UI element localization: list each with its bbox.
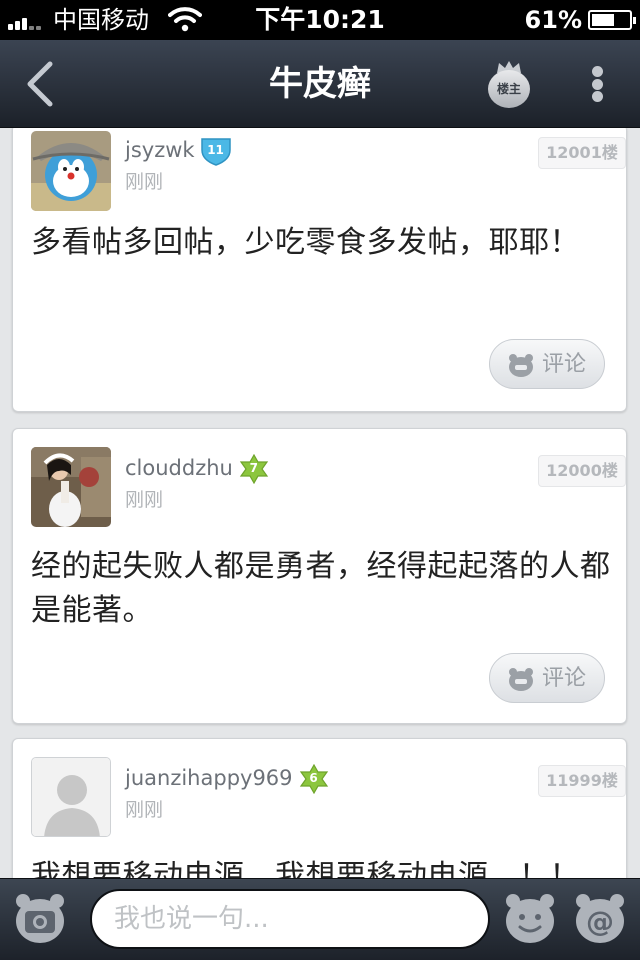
- floor-number: 11999楼: [538, 765, 626, 797]
- avatar[interactable]: [31, 757, 111, 837]
- post-card: jsyzwk 11 刚刚 12001楼 多看帖多回帖，少吃零食多发帖，耶耶！ 评…: [12, 128, 627, 412]
- post-content: 我想要移动电源，我想要移动电源，！！: [31, 859, 580, 878]
- post-content: 多看帖多回帖，少吃零食多发帖，耶耶！: [31, 225, 580, 260]
- battery-fill: [592, 14, 614, 26]
- nav-bar: 牛皮癣 楼主: [0, 40, 640, 128]
- username-row[interactable]: clouddzhu 7: [125, 453, 271, 484]
- battery-percent: 61%: [524, 6, 582, 34]
- default-avatar-image: [32, 758, 110, 836]
- owner-only-button[interactable]: 楼主: [486, 58, 532, 110]
- reply-toolbar: @: [0, 878, 640, 960]
- username-row[interactable]: juanzihappy969 6: [125, 763, 331, 794]
- bear-face-icon: [509, 354, 533, 377]
- floor-number: 12001楼: [538, 137, 626, 169]
- more-dot: [591, 91, 603, 102]
- comment-button[interactable]: 评论: [489, 339, 605, 389]
- girl-photo-avatar-image: [31, 447, 111, 527]
- floor-number: 12000楼: [538, 455, 626, 487]
- emoji-button[interactable]: [504, 891, 556, 945]
- owner-label: 楼主: [496, 82, 521, 96]
- status-bar: 中国移动 下午10:21 61%: [0, 0, 640, 40]
- comment-button[interactable]: 评论: [489, 653, 605, 703]
- bear-face-icon: [509, 668, 533, 691]
- level-badge: 6: [297, 764, 331, 794]
- more-dot: [591, 66, 603, 77]
- post-time: 刚刚: [125, 171, 164, 193]
- post-card: clouddzhu 7 刚刚 12000楼 经的起失败人都是勇者，经得起起落的人…: [12, 428, 627, 724]
- username: jsyzwk: [125, 138, 195, 162]
- username: clouddzhu: [125, 456, 233, 480]
- back-button[interactable]: [18, 60, 62, 108]
- post-time: 刚刚: [125, 799, 164, 821]
- svg-text:@: @: [586, 905, 614, 938]
- battery-icon: [588, 10, 636, 30]
- post-card: juanzihappy969 6 刚刚 11999楼 我想要移动电源，我想要移动…: [12, 738, 627, 878]
- level-number: 7: [249, 461, 259, 475]
- camera-button[interactable]: [14, 891, 66, 945]
- level-badge: 11: [199, 136, 233, 166]
- at-mention-button[interactable]: @: [574, 891, 626, 945]
- username: juanzihappy969: [125, 766, 293, 790]
- more-button[interactable]: [584, 62, 610, 106]
- post-feed[interactable]: jsyzwk 11 刚刚 12001楼 多看帖多回帖，少吃零食多发帖，耶耶！ 评…: [0, 128, 640, 878]
- avatar[interactable]: [31, 131, 111, 211]
- doraemon-avatar-image: [31, 131, 111, 211]
- more-dot: [591, 78, 603, 90]
- level-badge: 7: [237, 454, 271, 484]
- level-number: 11: [207, 143, 224, 157]
- reply-input[interactable]: [90, 889, 490, 949]
- post-time: 刚刚: [125, 489, 164, 511]
- page-title: 牛皮癣: [269, 64, 371, 104]
- comment-label: 评论: [542, 352, 587, 377]
- post-content: 经的起失败人都是勇者，经得起起落的人都是能著。: [31, 549, 611, 628]
- comment-label: 评论: [542, 666, 587, 691]
- avatar[interactable]: [31, 447, 111, 527]
- username-row[interactable]: jsyzwk 11: [125, 135, 233, 166]
- level-number: 6: [309, 771, 318, 785]
